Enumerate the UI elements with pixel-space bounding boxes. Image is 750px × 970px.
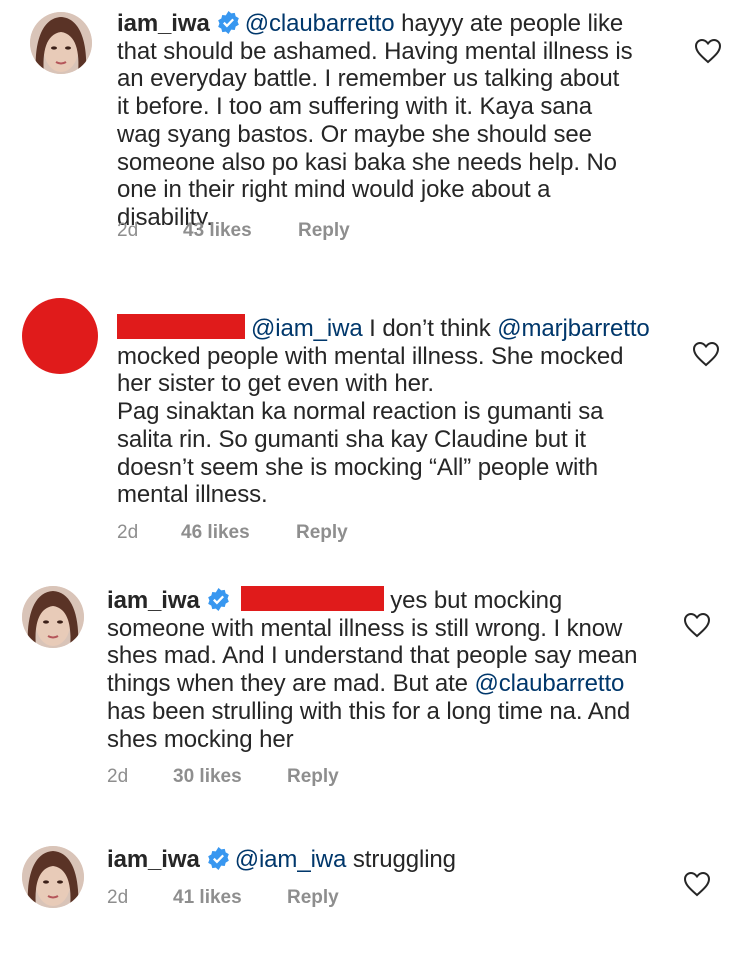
username[interactable]: iam_iwa — [107, 587, 200, 614]
comment-content: I don’t think — [362, 315, 498, 342]
comment-3: iam_iwa yes but mocking someone with men… — [0, 570, 750, 800]
heart-outline-icon[interactable] — [683, 612, 711, 638]
comment-time: 2d — [107, 887, 129, 908]
heart-outline-icon[interactable] — [694, 38, 722, 64]
reply-button[interactable]: Reply — [298, 220, 350, 242]
reply-button[interactable]: Reply — [296, 522, 348, 544]
likes-count[interactable]: 41 likes — [173, 887, 242, 909]
comment-text: @iam_iwa I don’t think @marjbarretto moc… — [117, 314, 657, 509]
avatar[interactable] — [22, 586, 84, 648]
mention-link[interactable]: @iam_iwa — [235, 846, 347, 873]
comment-2: @iam_iwa I don’t think @marjbarretto moc… — [0, 290, 750, 550]
redacted-username — [240, 586, 384, 611]
comment-time: 2d — [107, 766, 129, 787]
avatar[interactable] — [22, 298, 98, 374]
mention-link[interactable]: @iam_iwa — [251, 315, 363, 342]
comment-content: struggling — [346, 846, 456, 873]
username[interactable]: iam_iwa — [117, 10, 210, 37]
comment-content: hayyy ate people like that should be ash… — [117, 10, 633, 231]
avatar[interactable] — [30, 12, 92, 74]
mention-link[interactable]: @marjbarretto — [497, 315, 650, 342]
username[interactable]: iam_iwa — [107, 846, 200, 873]
reply-button[interactable]: Reply — [287, 887, 339, 909]
likes-count[interactable]: 46 likes — [181, 522, 250, 544]
likes-count[interactable]: 43 likes — [183, 220, 252, 242]
comment-content: mocked people with mental illness. She m… — [117, 342, 624, 398]
reply-button[interactable]: Reply — [287, 766, 339, 788]
likes-count[interactable]: 30 likes — [173, 766, 242, 788]
comment-text: iam_iwa @iam_iwa struggling — [107, 846, 647, 874]
comment-content: has been strulling with this for a long … — [107, 697, 631, 753]
mention-link[interactable]: @claubarretto — [475, 670, 625, 697]
comment-1: iam_iwa @claubarretto hayyy ate people li… — [0, 0, 750, 260]
avatar[interactable] — [22, 846, 84, 908]
verified-badge-icon — [207, 588, 229, 611]
comment-time: 2d — [117, 220, 139, 241]
verified-badge-icon — [207, 847, 229, 870]
comment-text: iam_iwa @claubarretto hayyy ate people li… — [117, 10, 637, 232]
redacted-username — [117, 314, 245, 339]
verified-badge-icon — [217, 11, 239, 34]
comment-content: Pag sinaktan ka normal reaction is guman… — [117, 398, 604, 509]
comment-4: iam_iwa @iam_iwa struggling 2d 41 likes R… — [0, 830, 750, 970]
heart-outline-icon[interactable] — [692, 341, 720, 367]
comment-time: 2d — [117, 522, 139, 543]
heart-outline-icon[interactable] — [683, 871, 711, 897]
comment-text: iam_iwa yes but mocking someone with men… — [107, 586, 647, 753]
mention-link[interactable]: @claubarretto — [245, 10, 395, 37]
